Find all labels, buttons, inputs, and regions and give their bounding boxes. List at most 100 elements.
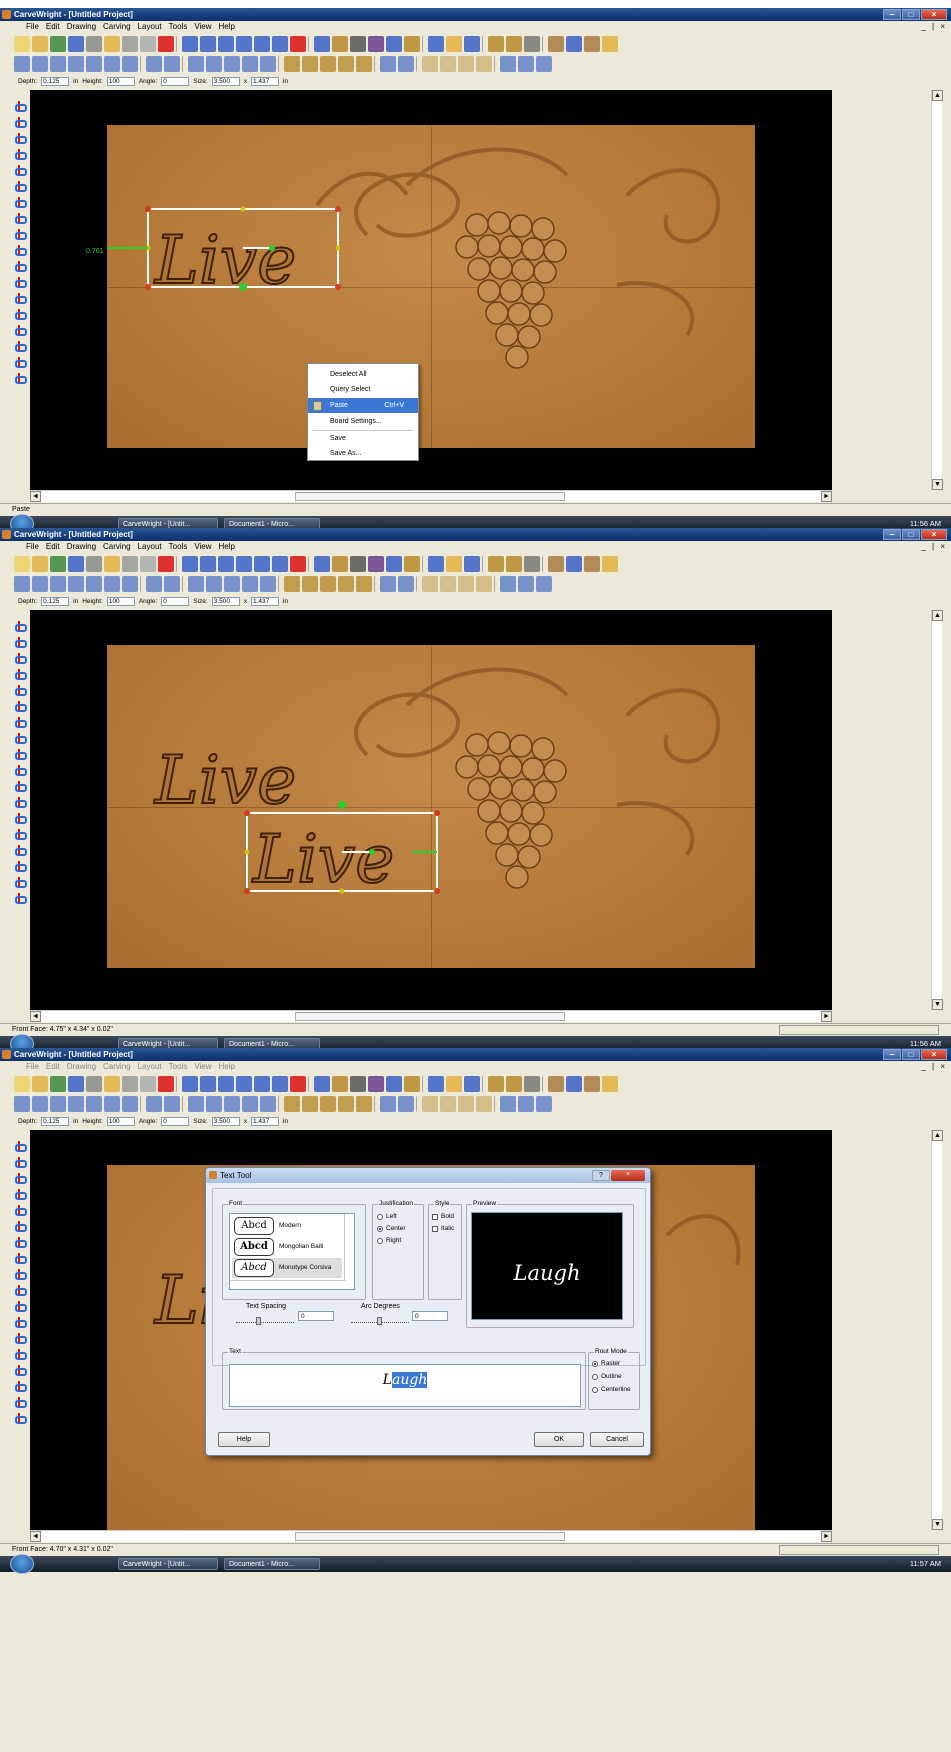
toolbar-circle-icon[interactable] (236, 555, 252, 572)
toolbar-view-4-icon[interactable] (602, 1075, 618, 1092)
toolbar-delete-icon[interactable] (158, 1075, 174, 1092)
toolbar-circle-icon[interactable] (236, 1075, 252, 1092)
toolbar-align-c-icon[interactable] (68, 1095, 84, 1112)
menu-file[interactable]: File (26, 541, 39, 553)
toolbar-carve-icon[interactable] (332, 1075, 348, 1092)
toolbar-s2-icon[interactable] (320, 575, 336, 592)
toolbar-save-icon[interactable] (50, 35, 66, 52)
menu-item-deselect-all[interactable]: Deselect All (308, 367, 418, 382)
toolbar-zoom-icon[interactable] (464, 1075, 480, 1092)
toolbar-new-icon[interactable] (14, 1075, 30, 1092)
toolbar-font-f-icon[interactable] (488, 1075, 504, 1092)
toolbar-arc-icon[interactable] (188, 575, 204, 592)
scroll-up-icon[interactable]: ▲ (932, 610, 943, 621)
toolbar-shape-icon[interactable] (290, 1075, 306, 1092)
horizontal-scrollbar[interactable]: ◄ ► (30, 1010, 832, 1022)
left-tool-icon[interactable] (13, 812, 27, 825)
toolbar-node-icon[interactable] (200, 35, 216, 52)
arc-degrees-slider[interactable] (351, 1313, 409, 1325)
toolbar-view-1-icon[interactable] (548, 1075, 564, 1092)
toolbar-join-icon[interactable] (164, 55, 180, 72)
toolbar-curve-icon[interactable] (206, 575, 222, 592)
toolbar-cursor-icon[interactable] (32, 1095, 48, 1112)
toolbar-stamp-icon[interactable] (284, 55, 300, 72)
toolbar-text-icon[interactable] (272, 555, 288, 572)
menu-edit[interactable]: Edit (46, 541, 60, 553)
toolbar-g1-icon[interactable] (422, 55, 438, 72)
left-tool-icon[interactable] (13, 1380, 27, 1393)
toolbar-book-icon[interactable] (242, 575, 258, 592)
toolbar-view-1-icon[interactable] (548, 555, 564, 572)
left-tool-icon[interactable] (13, 652, 27, 665)
toolbar-font-f-icon[interactable] (488, 35, 504, 52)
mdi-controls[interactable]: _ | × (921, 21, 947, 33)
close-button[interactable]: × (921, 9, 947, 20)
left-tool-icon[interactable] (13, 620, 27, 633)
toolbar-ellipse-icon[interactable] (254, 35, 270, 52)
toolbar-w2-icon[interactable] (518, 575, 534, 592)
help-button[interactable]: Help (218, 1432, 270, 1447)
scroll-right-icon[interactable]: ► (821, 1531, 832, 1542)
scroll-left-icon[interactable]: ◄ (30, 1531, 41, 1542)
menu-view[interactable]: View (194, 541, 211, 553)
toolbar-w3-icon[interactable] (536, 575, 552, 592)
toolbar-board-icon[interactable] (14, 55, 30, 72)
toolbar-align-t-icon[interactable] (104, 1095, 120, 1112)
vertical-scrollbar[interactable]: ▲ ▼ (931, 1130, 943, 1530)
minimize-button[interactable]: ‒ (883, 9, 901, 20)
toolbar-view-3-icon[interactable] (584, 35, 600, 52)
toolbar-g2-icon[interactable] (440, 575, 456, 592)
toolbar-g4-icon[interactable] (476, 1095, 492, 1112)
toolbar-zoom-fit-icon[interactable] (446, 555, 462, 572)
toolbar-w3-icon[interactable] (536, 55, 552, 72)
horizontal-scrollbar[interactable]: ◄ ► (30, 1530, 832, 1542)
left-tool-icon[interactable] (13, 372, 27, 385)
dialog-close-button[interactable]: × (611, 1170, 645, 1181)
left-tool-icon[interactable] (13, 732, 27, 745)
toolbar-align-c-icon[interactable] (68, 575, 84, 592)
toolbar-paste-icon[interactable] (140, 555, 156, 572)
toolbar-cursor-icon[interactable] (428, 1075, 444, 1092)
toolbar-undo-icon[interactable] (68, 35, 84, 52)
toolbar-new-icon[interactable] (14, 35, 30, 52)
toolbar-new-icon[interactable] (14, 555, 30, 572)
toolbar-rot2-icon[interactable] (398, 55, 414, 72)
left-tool-icon[interactable] (13, 1284, 27, 1297)
toolbar-s1-icon[interactable] (302, 55, 318, 72)
toolbar-arc-icon[interactable] (188, 1095, 204, 1112)
toolbar-w1-icon[interactable] (500, 55, 516, 72)
carving-board[interactable]: Live (107, 125, 755, 448)
angle-input[interactable]: 0 (161, 76, 190, 86)
scroll-up-icon[interactable]: ▲ (932, 90, 943, 101)
font-list-vscroll[interactable] (344, 1214, 354, 1280)
toolbar-rect-icon[interactable] (218, 35, 234, 52)
menu-drawing[interactable]: Drawing (67, 21, 96, 33)
left-tool-icon[interactable] (13, 1172, 27, 1185)
toolbar-cube-icon[interactable] (350, 35, 366, 52)
toolbar-undo-icon[interactable] (68, 555, 84, 572)
angle-input[interactable]: 0 (161, 1116, 190, 1126)
toolbar-rect-icon[interactable] (218, 1075, 234, 1092)
left-tool-icon[interactable] (13, 1348, 27, 1361)
toolbar-grid-icon[interactable] (524, 555, 540, 572)
toolbar-drill-icon[interactable] (404, 1075, 420, 1092)
height-input[interactable]: 100 (106, 596, 135, 606)
left-tool-icon[interactable] (13, 260, 27, 273)
toolbar-align-b-icon[interactable] (122, 55, 138, 72)
toolbar-g3-icon[interactable] (458, 575, 474, 592)
toolbar-bitmap-icon[interactable] (224, 575, 240, 592)
left-tool-icon[interactable] (13, 844, 27, 857)
menu-edit[interactable]: Edit (46, 21, 60, 33)
toolbar-align-b-icon[interactable] (122, 1095, 138, 1112)
toolbar-arc-icon[interactable] (188, 55, 204, 72)
toolbar-align-r-icon[interactable] (86, 575, 102, 592)
toolbar-cursor-icon[interactable] (428, 555, 444, 572)
toolbar-cursor-icon[interactable] (32, 575, 48, 592)
toolbar-align-r-icon[interactable] (86, 55, 102, 72)
vertical-scrollbar[interactable]: ▲ ▼ (931, 90, 943, 490)
toolbar-view-2-icon[interactable] (566, 555, 582, 572)
text-spacing-spinner[interactable]: 0 (298, 1311, 334, 1321)
left-tool-icon[interactable] (13, 1204, 27, 1217)
left-tool-icon[interactable] (13, 748, 27, 761)
left-tool-icon[interactable] (13, 636, 27, 649)
